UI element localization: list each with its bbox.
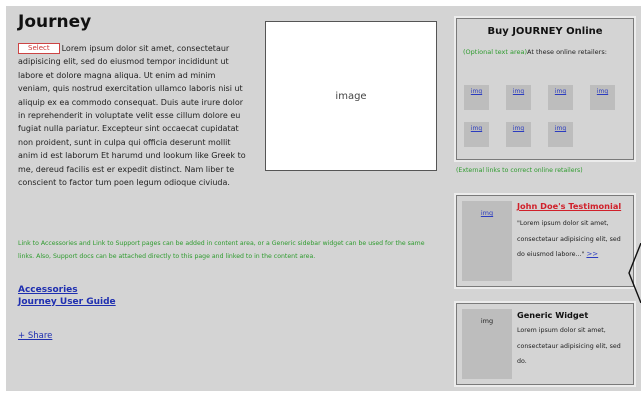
generic-widget-text: Lorem ipsum dolor sit amet, consectetaur… bbox=[517, 327, 621, 365]
testimonial-image[interactable]: img bbox=[462, 201, 512, 281]
testimonial-quote: "Lorem ipsum dolor sit amet, consectetau… bbox=[517, 220, 621, 258]
accessories-link[interactable]: Accessories bbox=[18, 285, 116, 297]
page-title: Journey bbox=[18, 12, 92, 32]
generic-widget-image: img bbox=[462, 309, 512, 379]
read-more-link[interactable]: >> bbox=[586, 250, 598, 258]
retailer-logo-4[interactable]: img bbox=[590, 85, 615, 110]
optional-text-label: (Optional text area) bbox=[463, 48, 528, 56]
buy-widget-description: (Optional text area)At these online reta… bbox=[463, 45, 628, 60]
retailer-logo-1[interactable]: img bbox=[464, 85, 489, 110]
testimonial-widget: img John Doe's Testimonial "Lorem ipsum … bbox=[456, 195, 634, 287]
retailer-logo-6[interactable]: img bbox=[506, 122, 531, 147]
external-links-note: (External links to correct online retail… bbox=[456, 167, 583, 174]
page-mockup: Journey Select Lorem ipsum dolor sit amet… bbox=[6, 6, 641, 391]
retailer-logo-3[interactable]: img bbox=[548, 85, 573, 110]
intro-paragraph: Lorem ipsum dolor sit amet, consectetaur… bbox=[18, 44, 246, 188]
user-guide-link[interactable]: Journey User Guide bbox=[18, 297, 116, 309]
retailer-logo-2[interactable]: img bbox=[506, 85, 531, 110]
testimonial-title-link[interactable]: John Doe's Testimonial bbox=[517, 201, 621, 211]
retailer-logo-7[interactable]: img bbox=[548, 122, 573, 147]
generic-widget: img Generic Widget Lorem ipsum dolor sit… bbox=[456, 303, 634, 385]
retailer-logo-5[interactable]: img bbox=[464, 122, 489, 147]
intro-text-block: Select Lorem ipsum dolor sit amet, consec… bbox=[18, 42, 250, 189]
content-links: Accessories Journey User Guide bbox=[18, 285, 116, 308]
generic-widget-title: Generic Widget bbox=[517, 310, 589, 320]
share-link[interactable]: + Share bbox=[18, 331, 52, 341]
testimonial-text: "Lorem ipsum dolor sit amet, consectetau… bbox=[517, 216, 630, 263]
retailers-text: At these online retailers: bbox=[527, 48, 607, 56]
buy-widget-title: Buy JOURNEY Online bbox=[487, 26, 603, 37]
callout-arrow-icon bbox=[628, 243, 641, 303]
product-image-placeholder: image bbox=[265, 21, 437, 171]
content-note: Link to Accessories and Link to Support … bbox=[18, 240, 425, 260]
buy-online-widget: Buy JOURNEY Online (Optional text area)A… bbox=[456, 18, 634, 160]
select-button[interactable]: Select bbox=[18, 43, 60, 54]
image-placeholder-label: image bbox=[335, 90, 367, 102]
